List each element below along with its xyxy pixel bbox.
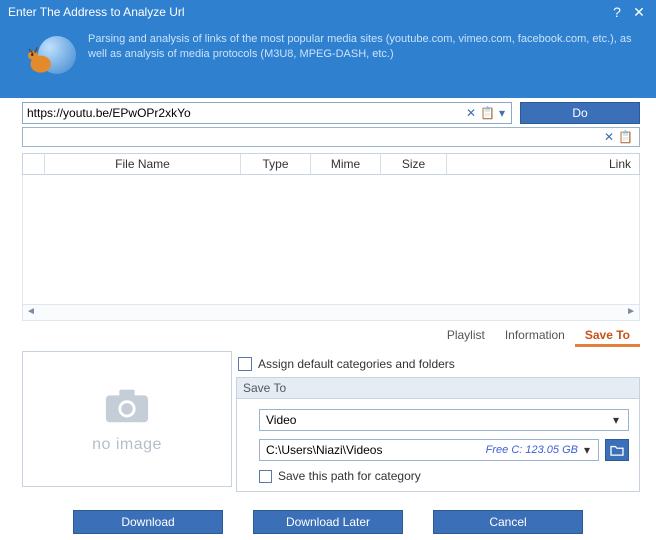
- tab-bar: Playlist Information Save To: [0, 321, 656, 347]
- download-later-button[interactable]: Download Later: [253, 510, 403, 534]
- scroll-left-icon[interactable]: ◄: [26, 306, 36, 317]
- cancel-button[interactable]: Cancel: [433, 510, 583, 534]
- scroll-right-icon[interactable]: ►: [626, 306, 636, 317]
- assign-label: Assign default categories and folders: [258, 357, 455, 371]
- grid-empty-area: [201, 193, 461, 287]
- camera-icon: [104, 385, 150, 430]
- tab-information[interactable]: Information: [495, 325, 575, 347]
- assign-row: Assign default categories and folders: [236, 351, 640, 377]
- help-icon[interactable]: ?: [608, 4, 626, 20]
- preview-panel: no image: [22, 351, 232, 487]
- save-path-checkbox[interactable]: [259, 470, 272, 483]
- chevron-down-icon[interactable]: ▾: [608, 413, 624, 427]
- browse-folder-button[interactable]: [605, 439, 629, 461]
- saveto-groupbox: Save To Video ▾ C:\Users\Niazi\Videos Fr…: [236, 377, 640, 492]
- assign-checkbox[interactable]: [238, 357, 252, 371]
- tab-playlist[interactable]: Playlist: [437, 325, 495, 347]
- grid-header-link[interactable]: Link: [447, 154, 639, 174]
- grid-header-checkbox[interactable]: [23, 154, 45, 174]
- no-image-label: no image: [92, 436, 162, 454]
- save-path-label: Save this path for category: [278, 469, 421, 483]
- path-combo[interactable]: C:\Users\Niazi\Videos Free C: 123.05 GB …: [259, 439, 599, 461]
- grid-header-size[interactable]: Size: [381, 154, 447, 174]
- action-buttons: Download Download Later Cancel: [0, 492, 656, 534]
- path-value: C:\Users\Niazi\Videos: [266, 443, 486, 457]
- tab-save-to[interactable]: Save To: [575, 325, 640, 347]
- app-logo: [20, 30, 76, 80]
- close-icon[interactable]: ✕: [630, 4, 648, 21]
- chevron-down-icon[interactable]: ▾: [580, 443, 594, 457]
- do-button[interactable]: Do: [520, 102, 640, 124]
- grid-header-filename[interactable]: File Name: [45, 154, 241, 174]
- clear-filter-icon[interactable]: ✕: [602, 130, 616, 144]
- url-input[interactable]: [27, 104, 464, 122]
- url-dropdown-icon[interactable]: ▾: [497, 106, 507, 120]
- saveto-title: Save To: [237, 378, 639, 399]
- description-text: Parsing and analysis of links of the mos…: [88, 30, 644, 80]
- free-space-label: Free C: 123.05 GB: [486, 444, 578, 456]
- filter-input[interactable]: [27, 129, 602, 145]
- url-input-container: ✕ 📋 ▾: [22, 102, 512, 124]
- grid-body: [22, 175, 640, 305]
- clear-url-icon[interactable]: ✕: [464, 106, 478, 120]
- category-combo[interactable]: Video ▾: [259, 409, 629, 431]
- save-path-row: Save this path for category: [259, 469, 629, 483]
- window-title: Enter The Address to Analyze Url: [8, 5, 604, 19]
- grid-header-type[interactable]: Type: [241, 154, 311, 174]
- grid-header-mime[interactable]: Mime: [311, 154, 381, 174]
- results-grid: File Name Type Mime Size Link ◄ ►: [22, 153, 640, 321]
- titlebar: Enter The Address to Analyze Url ? ✕: [0, 0, 656, 24]
- description-band: Parsing and analysis of links of the mos…: [0, 24, 656, 98]
- paste-icon[interactable]: 📋: [478, 106, 497, 120]
- filter-input-container: ✕ 📋: [22, 127, 640, 147]
- filter-paste-icon[interactable]: 📋: [616, 130, 635, 144]
- download-button[interactable]: Download: [73, 510, 223, 534]
- category-value: Video: [266, 413, 608, 427]
- grid-scrollbar[interactable]: ◄ ►: [22, 305, 640, 321]
- grid-header-row: File Name Type Mime Size Link: [22, 153, 640, 175]
